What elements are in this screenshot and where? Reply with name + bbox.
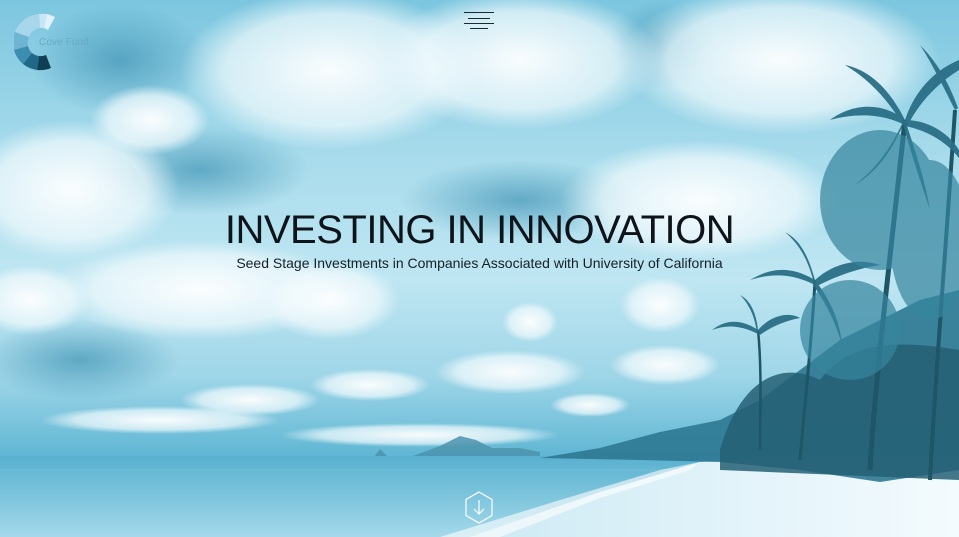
scroll-down-button[interactable] (464, 491, 494, 524)
hamburger-menu-icon[interactable] (462, 9, 496, 33)
hero-headline: INVESTING IN INNOVATION (224, 208, 735, 252)
brand-name: Cove Fund (39, 37, 89, 48)
arrow-down-hexagon-icon (465, 491, 493, 524)
hero-section: Cove Fund INVESTING IN INNOVATION Seed S… (0, 0, 959, 537)
logo[interactable]: Cove Fund (14, 12, 94, 74)
hero-subheadline: Seed Stage Investments in Companies Asso… (236, 255, 723, 271)
